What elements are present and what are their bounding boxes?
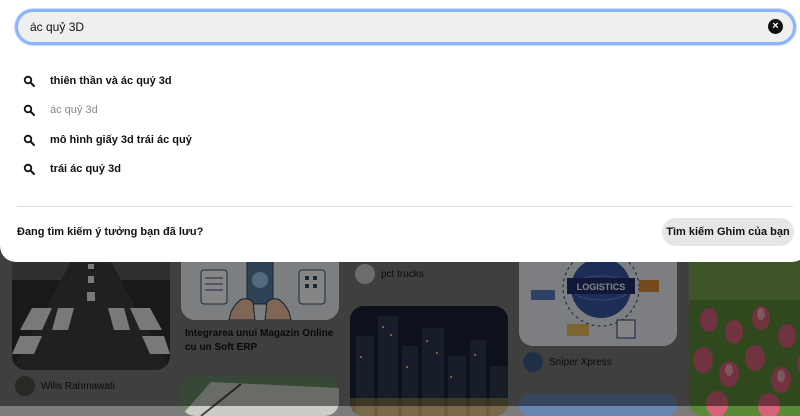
clear-icon[interactable]: × (768, 19, 783, 34)
divider (17, 206, 793, 207)
suggestion-item-4[interactable]: trái ác quỷ 3d (17, 156, 777, 182)
search-saved-pins-button[interactable]: Tìm kiếm Ghim của bạn (662, 218, 794, 246)
search-dropdown-panel: × thiên thần và ác quỷ 3d ác quỷ 3d mô h… (0, 0, 800, 262)
search-icon (23, 75, 35, 87)
search-input[interactable] (30, 12, 730, 42)
suggestion-item-2[interactable]: ác quỷ 3d (17, 97, 777, 123)
suggestion-item-1[interactable]: thiên thần và ác quỷ 3d (17, 68, 777, 94)
search-icon (23, 104, 35, 116)
search-bar[interactable]: × (15, 9, 796, 45)
search-icon (23, 163, 35, 175)
suggestion-label: ác quỷ 3d (50, 104, 98, 116)
suggestion-item-3[interactable]: mô hình giấy 3d trái ác quỷ (17, 127, 777, 153)
suggestion-label: thiên thần và ác quỷ 3d (50, 75, 172, 87)
suggestion-label: trái ác quỷ 3d (50, 163, 121, 175)
saved-ideas-question: Đang tìm kiếm ý tưởng bạn đã lưu? (17, 226, 204, 238)
suggestion-label: mô hình giấy 3d trái ác quỷ (50, 134, 192, 146)
search-icon (23, 134, 35, 146)
